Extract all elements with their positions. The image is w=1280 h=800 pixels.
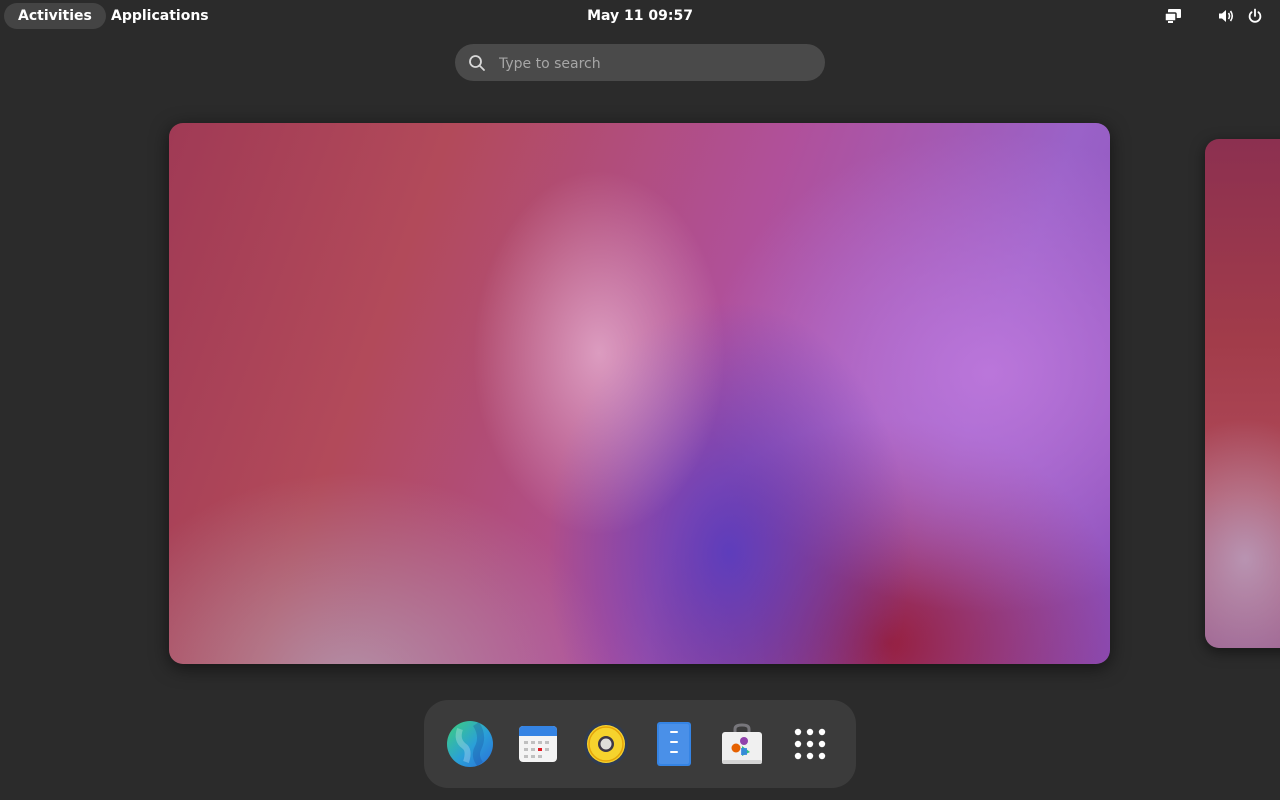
- globe-icon: [447, 721, 493, 767]
- power-icon[interactable]: [1245, 6, 1265, 26]
- notepad-icon: [657, 722, 691, 766]
- workspace-thumbnail-next[interactable]: [1205, 139, 1280, 648]
- calendar-launcher[interactable]: [514, 720, 562, 768]
- speaker-icon: [584, 722, 628, 766]
- search-icon: [467, 53, 487, 73]
- desktop-wallpaper-peek: [1205, 139, 1280, 648]
- app-grid-icon: [794, 728, 826, 760]
- desktop-wallpaper: [169, 123, 1110, 664]
- dock: [424, 700, 856, 788]
- search-input[interactable]: [497, 44, 811, 83]
- activities-button[interactable]: Activities: [4, 3, 106, 29]
- display-icon[interactable]: [1163, 6, 1183, 26]
- volume-icon[interactable]: [1216, 6, 1236, 26]
- calendar-icon: [519, 726, 557, 762]
- applications-menu-button[interactable]: Applications: [111, 3, 209, 29]
- shopping-bag-icon: [722, 723, 762, 764]
- top-bar: Activities Applications May 11 09:57: [0, 0, 1280, 32]
- show-applications-button[interactable]: [786, 720, 834, 768]
- music-player-launcher[interactable]: [582, 720, 630, 768]
- search-bar: [455, 44, 825, 83]
- software-center-launcher[interactable]: [718, 720, 766, 768]
- clock-date-button[interactable]: May 11 09:57: [560, 3, 720, 29]
- text-editor-launcher[interactable]: [650, 720, 698, 768]
- workspace-thumbnail-current[interactable]: [169, 123, 1110, 664]
- web-browser-launcher[interactable]: [446, 720, 494, 768]
